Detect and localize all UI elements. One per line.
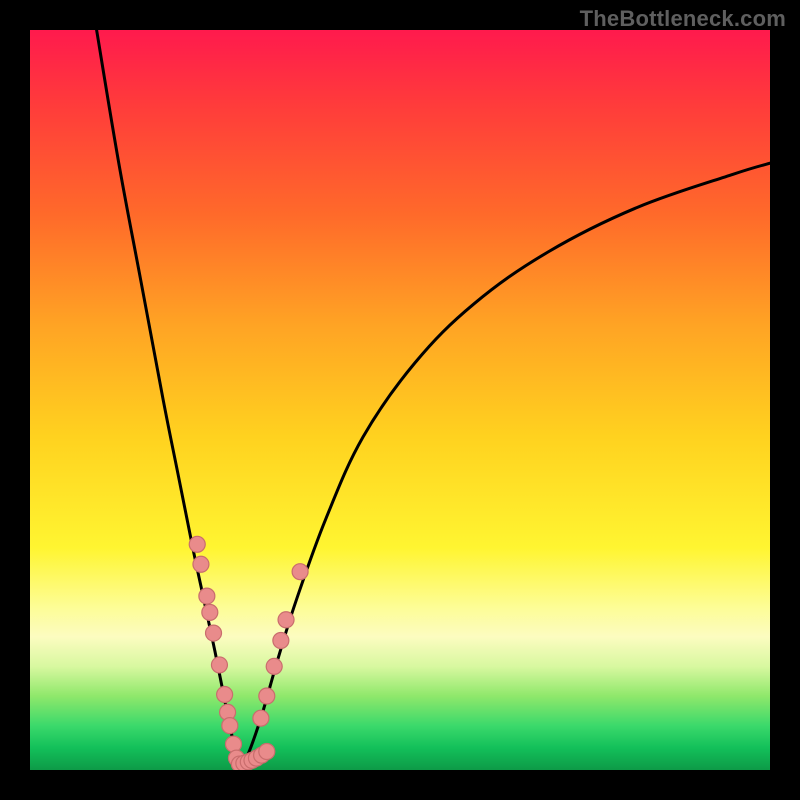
chart-svg bbox=[30, 30, 770, 770]
data-point-marker bbox=[292, 564, 308, 580]
plot-area bbox=[30, 30, 770, 770]
watermark-text: TheBottleneck.com bbox=[580, 6, 786, 32]
data-point-marker bbox=[259, 688, 275, 704]
data-point-marker bbox=[226, 736, 242, 752]
data-point-marker bbox=[199, 588, 215, 604]
data-point-marker bbox=[206, 625, 222, 641]
data-point-marker bbox=[193, 556, 209, 572]
curve-right-branch bbox=[239, 163, 770, 764]
data-point-marker bbox=[266, 658, 282, 674]
data-point-marker bbox=[211, 657, 227, 673]
data-point-marker bbox=[278, 612, 294, 628]
data-point-marker bbox=[202, 604, 218, 620]
chart-frame: TheBottleneck.com bbox=[0, 0, 800, 800]
data-point-marker bbox=[189, 536, 205, 552]
data-point-marker bbox=[259, 744, 275, 760]
marker-group bbox=[189, 536, 308, 770]
data-point-marker bbox=[273, 633, 289, 649]
curve-left-branch bbox=[97, 30, 240, 764]
data-point-marker bbox=[217, 687, 233, 703]
data-point-marker bbox=[253, 710, 269, 726]
data-point-marker bbox=[222, 718, 238, 734]
